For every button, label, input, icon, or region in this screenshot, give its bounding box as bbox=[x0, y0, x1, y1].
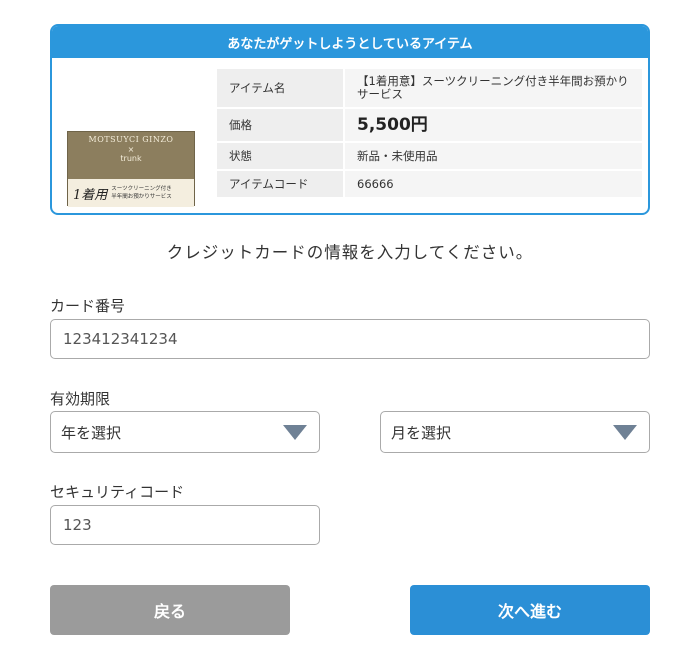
expiry-month-select[interactable]: 月を選択 bbox=[380, 411, 650, 453]
security-code-label: セキュリティコード bbox=[50, 483, 185, 501]
row-label-item-name: アイテム名 bbox=[217, 69, 345, 107]
thumbnail-small-text-line1: スーツクリーニング付き bbox=[111, 186, 172, 192]
expiry-month-selected-value: 月を選択 bbox=[391, 423, 452, 442]
expiry-year-selected-value: 年を選択 bbox=[61, 423, 122, 442]
thumbnail-small-text: スーツクリーニング付き 半年間お預かりサービス bbox=[111, 185, 172, 201]
expiry-label: 有効期限 bbox=[50, 390, 111, 408]
next-button[interactable]: 次へ進む bbox=[410, 585, 650, 635]
thumbnail-cross: × bbox=[127, 145, 135, 154]
thumbnail-brand-text: MOTSUYCI GINZO bbox=[88, 135, 174, 144]
card-number-label: カード番号 bbox=[50, 297, 126, 315]
row-value-price: 5,500円 bbox=[345, 109, 642, 141]
thumbnail-trunk-logo: trunk bbox=[120, 154, 142, 163]
table-row: アイテム名 【1着用意】スーツクリーニング付き半年間お預かりサービス bbox=[217, 69, 642, 107]
thumbnail-big-text: 1着用 bbox=[73, 187, 108, 203]
row-value-item-name: 【1着用意】スーツクリーニング付き半年間お預かりサービス bbox=[345, 69, 642, 107]
item-summary-header: あなたがゲットしようとしているアイテム bbox=[52, 26, 648, 58]
item-details-table: アイテム名 【1着用意】スーツクリーニング付き半年間お預かりサービス 価格 5,… bbox=[217, 67, 642, 199]
chevron-down-icon bbox=[613, 425, 637, 440]
thumbnail-lower-band: 1着用 スーツクリーニング付き 半年間お預かりサービス bbox=[68, 179, 194, 207]
item-summary-body: MOTSUYCI GINZO × trunk 1着用 スーツクリーニング付き 半… bbox=[52, 58, 648, 213]
row-label-condition: 状態 bbox=[217, 143, 345, 169]
thumbnail-small-text-line2: 半年間お預かりサービス bbox=[111, 194, 172, 200]
table-row: 状態 新品・未使用品 bbox=[217, 143, 642, 169]
table-row: 価格 5,500円 bbox=[217, 109, 642, 141]
card-number-input[interactable] bbox=[50, 319, 650, 359]
table-row: アイテムコード 66666 bbox=[217, 171, 642, 197]
back-button[interactable]: 戻る bbox=[50, 585, 290, 635]
row-value-condition: 新品・未使用品 bbox=[345, 143, 642, 169]
row-label-item-code: アイテムコード bbox=[217, 171, 345, 197]
security-code-input[interactable] bbox=[50, 505, 320, 545]
item-thumbnail: MOTSUYCI GINZO × trunk 1着用 スーツクリーニング付き 半… bbox=[67, 131, 195, 207]
item-summary-box: あなたがゲットしようとしているアイテム MOTSUYCI GINZO × tru… bbox=[50, 24, 650, 215]
row-value-item-code: 66666 bbox=[345, 171, 642, 197]
chevron-down-icon bbox=[283, 425, 307, 440]
row-label-price: 価格 bbox=[217, 109, 345, 141]
expiry-year-select[interactable]: 年を選択 bbox=[50, 411, 320, 453]
instruction-text: クレジットカードの情報を入力してください。 bbox=[166, 243, 534, 262]
